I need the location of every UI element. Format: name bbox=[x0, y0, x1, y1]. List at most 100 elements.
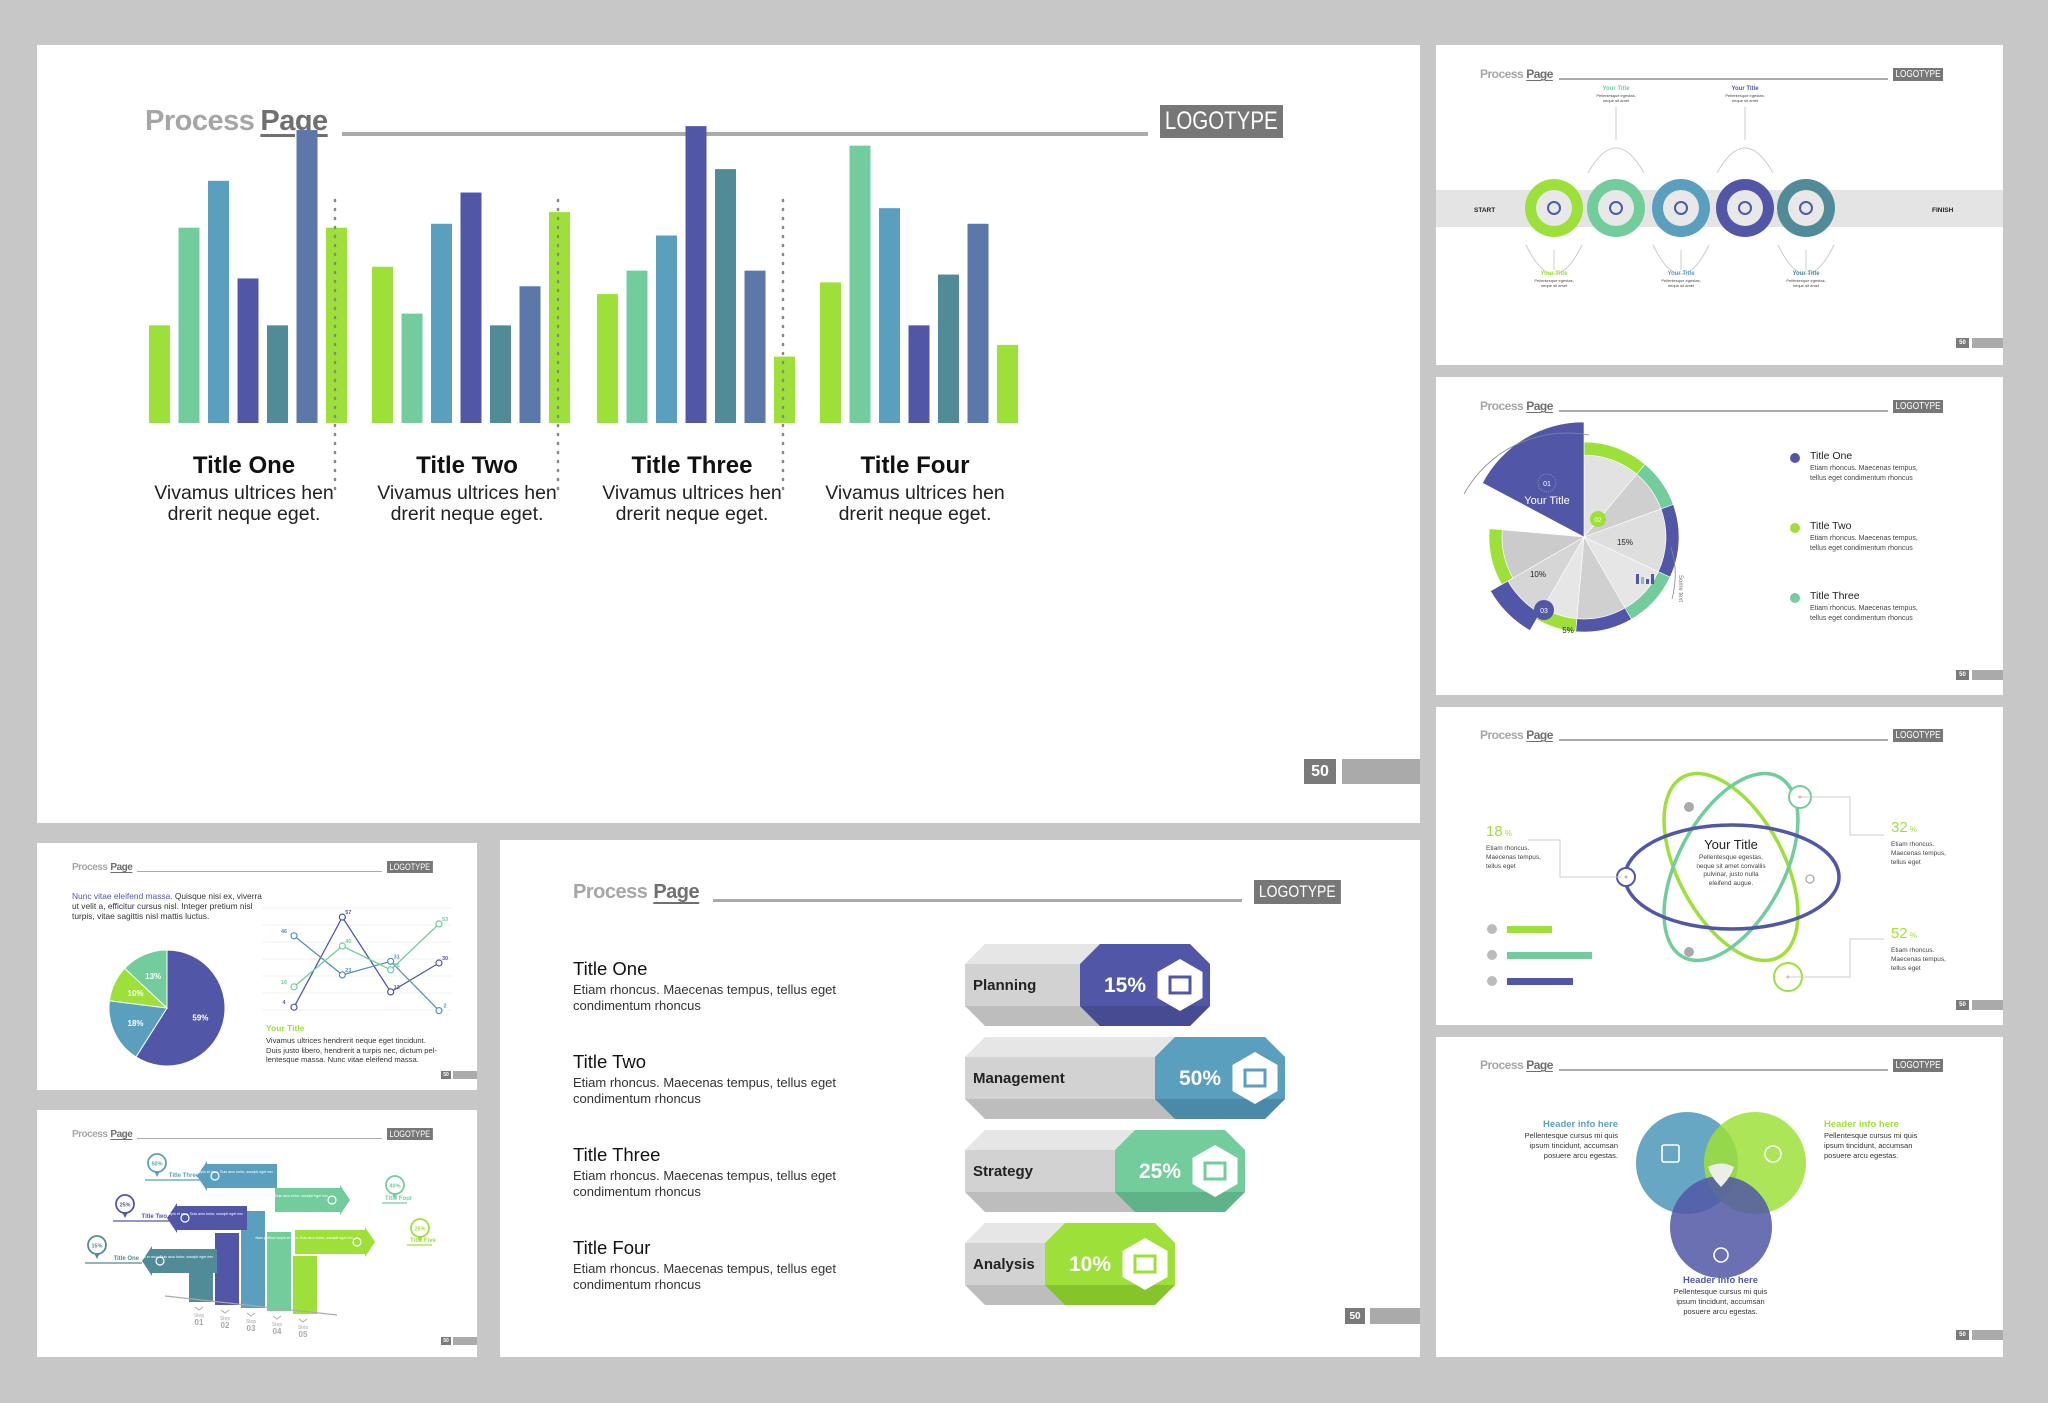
point-label: 13 bbox=[394, 985, 400, 991]
bar bbox=[967, 223, 989, 423]
step-arrow bbox=[295, 1227, 375, 1257]
item-desc: condimentum rhoncus bbox=[573, 1091, 701, 1106]
item-desc: condimentum rhoncus bbox=[573, 998, 701, 1013]
node-dot bbox=[1624, 875, 1628, 879]
timeline-diagram: START FINISHYour TitlePellentesque egesta… bbox=[1436, 86, 2003, 288]
hex-end-shade bbox=[1080, 1006, 1210, 1026]
group-desc: Vivamus ultrices hen bbox=[377, 482, 557, 504]
pie-line-slide[interactable]: Process Page LOGOTYPE Nunc vitae eleifen… bbox=[37, 843, 477, 1090]
item-desc: condimentum rhoncus bbox=[573, 1277, 701, 1292]
point-label: 16 bbox=[281, 980, 287, 986]
step-number: 05 bbox=[299, 1330, 308, 1339]
slice-percent: 5% bbox=[1562, 626, 1574, 635]
item-desc: Etiam rhoncus. Maecenas tempus, tellus e… bbox=[573, 982, 837, 997]
page-number: 50 bbox=[1304, 759, 1336, 784]
atom-title: Your Title bbox=[1704, 837, 1758, 852]
step-column bbox=[267, 1232, 291, 1311]
radial-chart-slide[interactable]: Process Page LOGOTYPE 01 Your Title 02 03 15… bbox=[1436, 377, 2003, 695]
bar-chart-icon bbox=[1651, 574, 1654, 584]
step-title: Title Three bbox=[169, 1173, 200, 1179]
page-tab bbox=[1342, 759, 1420, 784]
page-tab bbox=[453, 1071, 477, 1079]
bar bbox=[296, 130, 318, 423]
page-tab bbox=[1972, 1000, 2003, 1010]
money-bag-icon bbox=[1684, 802, 1694, 812]
bar-label: Analysis bbox=[973, 1256, 1035, 1273]
atom-body: Pellentesque egestas, neque sit amet con… bbox=[1666, 854, 1796, 888]
item-title: Title Three bbox=[573, 1144, 661, 1165]
legend-desc: tellus eget condimentum rhoncus bbox=[1810, 615, 1913, 622]
connector-line bbox=[1798, 796, 1884, 836]
timeline-slide[interactable]: Process Page LOGOTYPE START FINISH Your Ti… bbox=[1436, 45, 2003, 365]
venn-desc: posuere arcu egestas. bbox=[1683, 1307, 1758, 1316]
legend-desc: Etiam rhoncus. Maecenas tempus, bbox=[1810, 605, 1918, 612]
stat-desc: Maecenas tempus, bbox=[1891, 956, 1946, 963]
bar-label: Management bbox=[973, 1070, 1065, 1087]
group-desc: drerit neque eget. bbox=[615, 503, 769, 525]
arrow-text: Nam pretium turpis et arcu. Duis arcu to… bbox=[256, 1236, 354, 1240]
pin-tip bbox=[122, 1212, 128, 1218]
stat-value: 52 bbox=[1891, 925, 1908, 942]
bar bbox=[178, 227, 200, 423]
steps-slide[interactable]: Process Page LOGOTYPE Nam pretium turpis… bbox=[37, 1110, 477, 1357]
slide-header: Process Page LOGOTYPE bbox=[72, 861, 443, 873]
slice-percent: 10% bbox=[1530, 570, 1546, 579]
finish-label: FINISH bbox=[1932, 207, 1954, 214]
legend-desc: tellus eget condimentum rhoncus bbox=[1810, 545, 1913, 552]
bar bbox=[820, 282, 841, 423]
main-slide-bar-chart[interactable]: Process Page LOGOTYPE 50 Title One Vivamu… bbox=[37, 45, 1420, 823]
page-number: 50 bbox=[1956, 1330, 1969, 1340]
node-title: Your Title bbox=[1792, 271, 1820, 277]
bar-percent: 50% bbox=[1179, 1067, 1221, 1090]
slice-number: 01 bbox=[1543, 481, 1551, 488]
group-title: Title Three bbox=[631, 452, 753, 479]
item-desc: Etiam rhoncus. Maecenas tempus, tellus e… bbox=[573, 1261, 837, 1276]
point-label: 40 bbox=[345, 939, 351, 945]
node-title: Your Title bbox=[1540, 271, 1568, 277]
intro-text: Nunc vitae eleifend massa. Quisque nisi … bbox=[72, 891, 262, 921]
pie-label: 18% bbox=[128, 1019, 144, 1028]
body-line: Vivamus ultrices hendrerit neque eget ti… bbox=[266, 1036, 426, 1045]
hex-end-shade bbox=[1045, 1285, 1175, 1305]
page-number: 50 bbox=[441, 1337, 451, 1345]
highlight-slice bbox=[1482, 421, 1585, 538]
step-number: 02 bbox=[221, 1321, 230, 1330]
venn-desc: Pellentesque cursus mi quis bbox=[1524, 1131, 1618, 1140]
venn-text-block: Header info here Pellentesque cursus mi q… bbox=[1824, 1119, 1964, 1161]
node-inner bbox=[1663, 190, 1699, 226]
bar bbox=[626, 270, 648, 423]
bar bbox=[149, 325, 170, 423]
pie-label: 59% bbox=[192, 1014, 208, 1023]
hex-end-shade bbox=[1115, 1192, 1245, 1212]
bar bbox=[208, 180, 229, 423]
legend-desc: tellus eget condimentum rhoncus bbox=[1810, 475, 1913, 482]
atom-diagram-slide[interactable]: Process Page LOGOTYPE Your Title Pellent… bbox=[1436, 707, 2003, 1025]
stat-block: 32% Etiam rhoncus. Maecenas tempus, tellus … bbox=[1891, 819, 1946, 867]
chevron-down-icon bbox=[220, 1309, 230, 1314]
group-desc: Vivamus ultrices hen bbox=[825, 482, 1005, 504]
page-tab bbox=[1972, 338, 2003, 348]
stat-bar bbox=[1507, 978, 1573, 985]
pie-label: 10% bbox=[128, 989, 144, 998]
bar bbox=[715, 169, 736, 423]
page-number: 50 bbox=[441, 1071, 451, 1079]
group-desc: Vivamus ultrices hen bbox=[154, 482, 334, 504]
bar-group-caption: Title One Vivamus ultrices hen drerit nequ… bbox=[124, 452, 364, 525]
stat-desc: Maecenas tempus, bbox=[1891, 850, 1946, 857]
chevron-down-icon bbox=[272, 1315, 282, 1320]
line-point bbox=[290, 1003, 298, 1011]
page-tab bbox=[1972, 1330, 2003, 1340]
body-text: Vivamus ultrices hendrerit neque eget ti… bbox=[266, 1036, 437, 1065]
line-chart: 4 57 13 30 46 23 31 2 16 40 26 53 bbox=[262, 907, 452, 1015]
stat-desc: Etiam rhoncus. bbox=[1891, 841, 1935, 848]
bar bbox=[490, 325, 511, 423]
your-title: Your Title bbox=[266, 1023, 305, 1033]
venn-diagram-slide[interactable]: Process Page LOGOTYPE 50 Header info her… bbox=[1436, 1037, 2003, 1357]
bar bbox=[431, 223, 452, 423]
hex-progress-slide[interactable]: Process Page LOGOTYPE Planning 15% Managem… bbox=[500, 840, 1420, 1357]
item-title: Title Two bbox=[573, 1051, 646, 1072]
stat-unit: % bbox=[1909, 931, 1917, 940]
group-title: Title Two bbox=[416, 452, 518, 479]
bar-chart-icon bbox=[1641, 577, 1644, 584]
step-title: Title Four bbox=[385, 1196, 413, 1202]
